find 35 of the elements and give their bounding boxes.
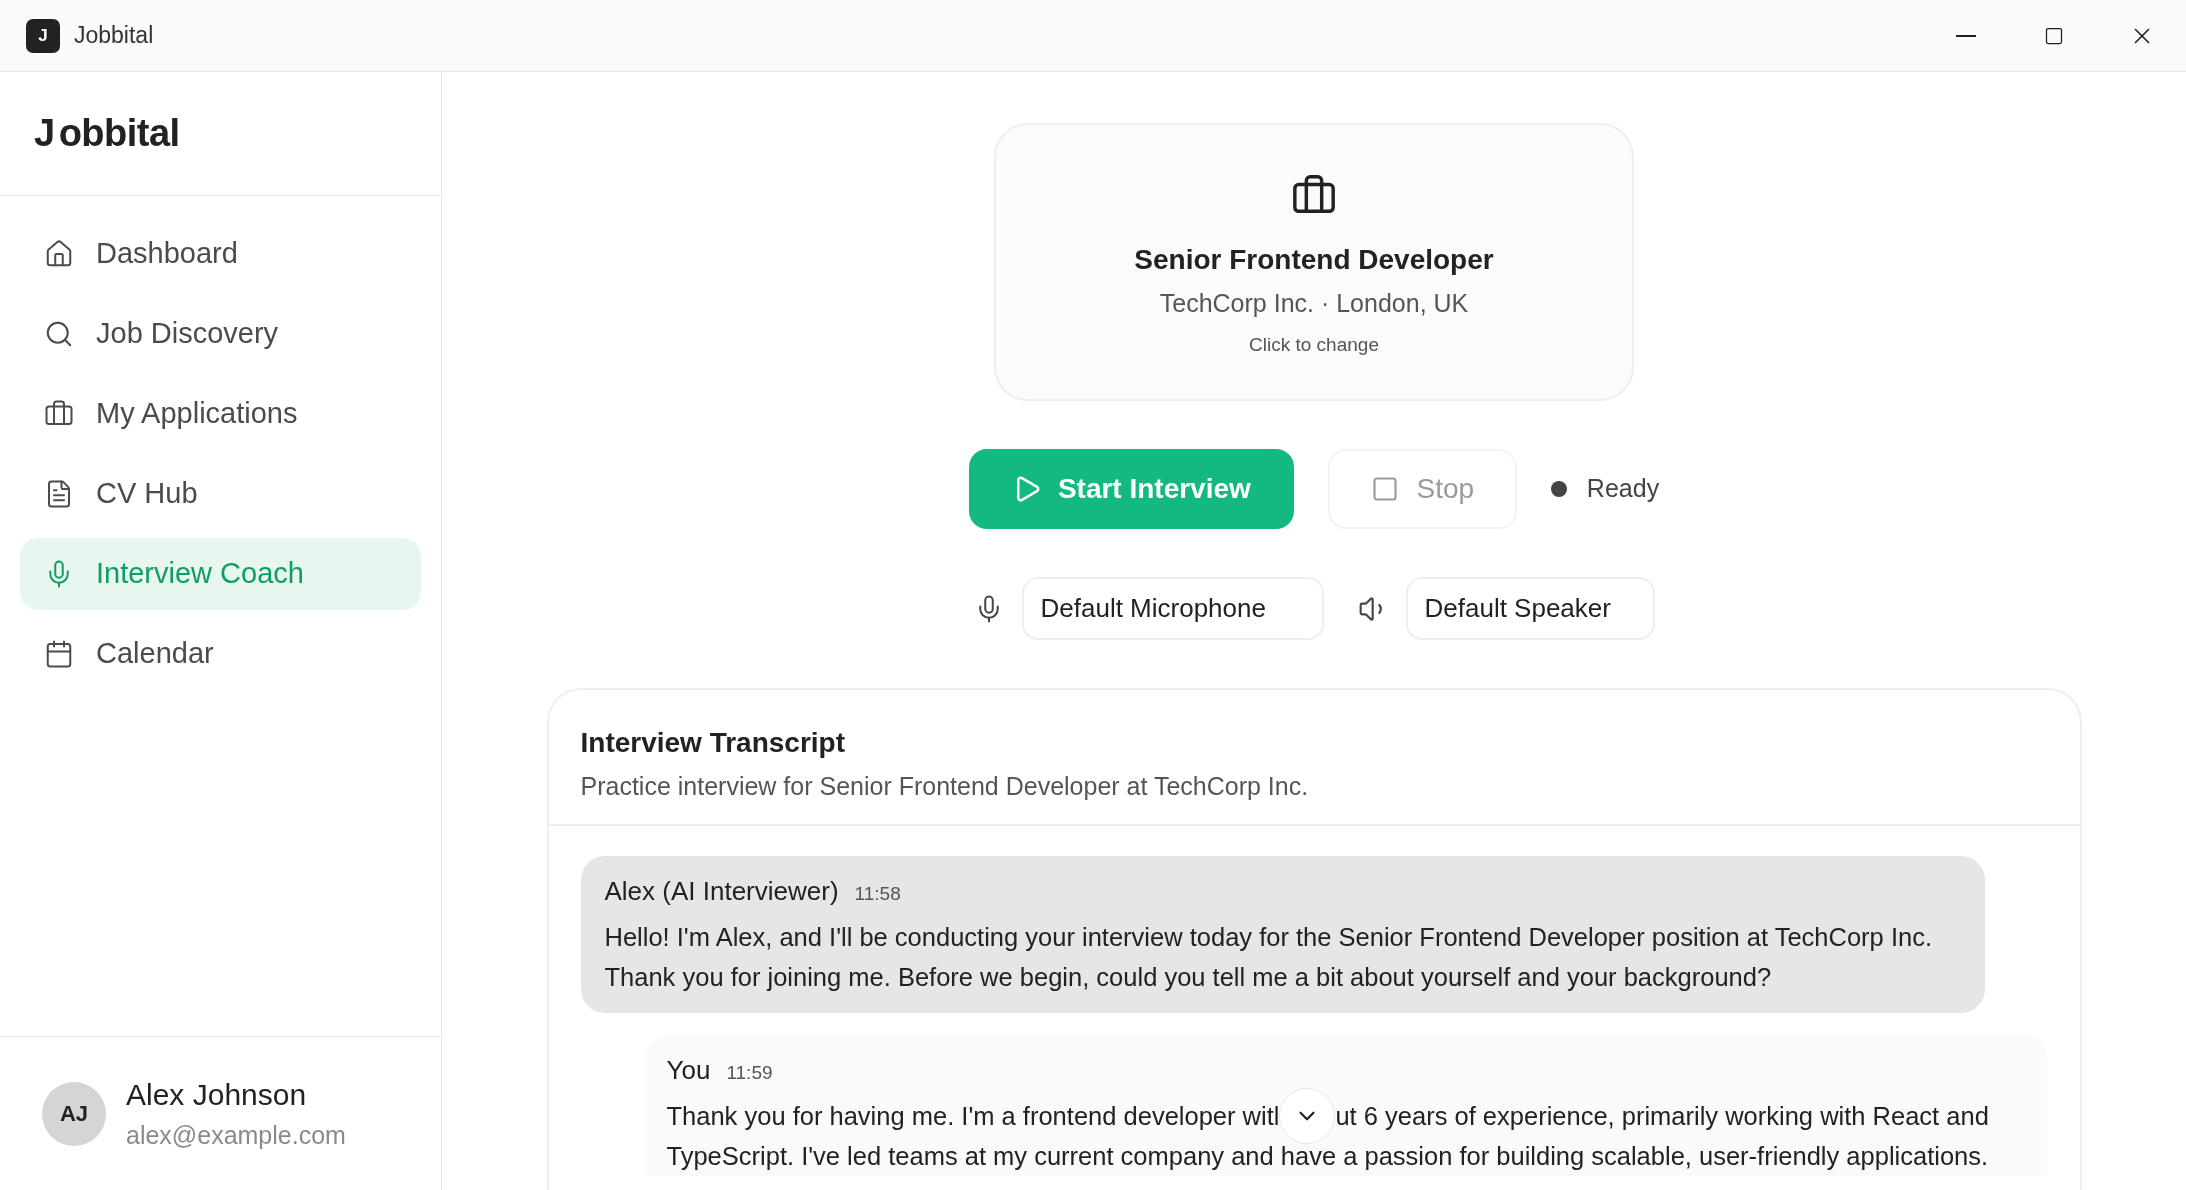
message-sender: Alex (AI Interviewer) bbox=[604, 874, 839, 908]
status-label: Ready bbox=[1586, 473, 1660, 505]
avatar: AJ bbox=[42, 1081, 106, 1146]
window-title: Jobbital bbox=[74, 21, 154, 51]
job-title: Senior Frontend Developer bbox=[1134, 243, 1494, 277]
transcript-subtitle: Practice interview for Senior Frontend Developer at TechCorp Inc. bbox=[580, 771, 1310, 802]
speaker-select[interactable]: Default Speaker bbox=[1405, 577, 1655, 640]
job-card[interactable]: Senior Frontend Developer TechCorp Inc. · London, UK Click to change bbox=[994, 123, 1634, 401]
maximize-icon bbox=[2044, 25, 2064, 46]
sidebar-item[interactable]: Calendar bbox=[20, 618, 421, 690]
transcript-title: Interview Transcript bbox=[580, 726, 847, 760]
search-icon bbox=[44, 319, 74, 349]
home-icon bbox=[44, 239, 74, 269]
message-time: 11:58 bbox=[854, 881, 901, 906]
user-email: alex@example.com bbox=[126, 1120, 346, 1152]
message-text: Thank you for joining me. Before we begin, could you tell me a bit about yourself and your background? bbox=[604, 961, 1772, 993]
calendar-icon bbox=[44, 639, 74, 669]
sidebar-item[interactable]: CV Hub bbox=[20, 458, 421, 530]
app-icon: J bbox=[26, 18, 60, 53]
sidebar-item[interactable]: My Applications bbox=[20, 378, 421, 450]
sidebar-item[interactable]: Dashboard bbox=[20, 218, 421, 290]
message-text: TypeScript. I've led teams at my current company and have a passion for building scalable, user-friendly applications. bbox=[666, 1140, 1989, 1172]
stop-icon bbox=[1370, 475, 1399, 503]
job-subtitle: TechCorp Inc. · London, UK bbox=[1159, 288, 1469, 319]
message-text: Thank you for having me. I'm a frontend developer witl bbox=[666, 1100, 1280, 1132]
user-name: Alex Johnson bbox=[126, 1077, 308, 1114]
microphone-select[interactable]: Default Microphone bbox=[1021, 577, 1324, 640]
change-hint: Click to change bbox=[1249, 332, 1379, 357]
minimize-icon bbox=[1956, 34, 1976, 37]
message-text: Hello! I'm Alex, and I'll be conducting your interview today for the Senior Frontend Developer position at TechCorp Inc. bbox=[604, 921, 1932, 953]
logo: Jobbital bbox=[34, 111, 180, 156]
message-sender: You bbox=[666, 1053, 711, 1087]
message-time: 11:59 bbox=[726, 1060, 773, 1085]
sidebar-item[interactable]: Job Discovery bbox=[20, 298, 421, 370]
message-text: ut 6 years of experience, primarily working with React and bbox=[1335, 1100, 1989, 1132]
